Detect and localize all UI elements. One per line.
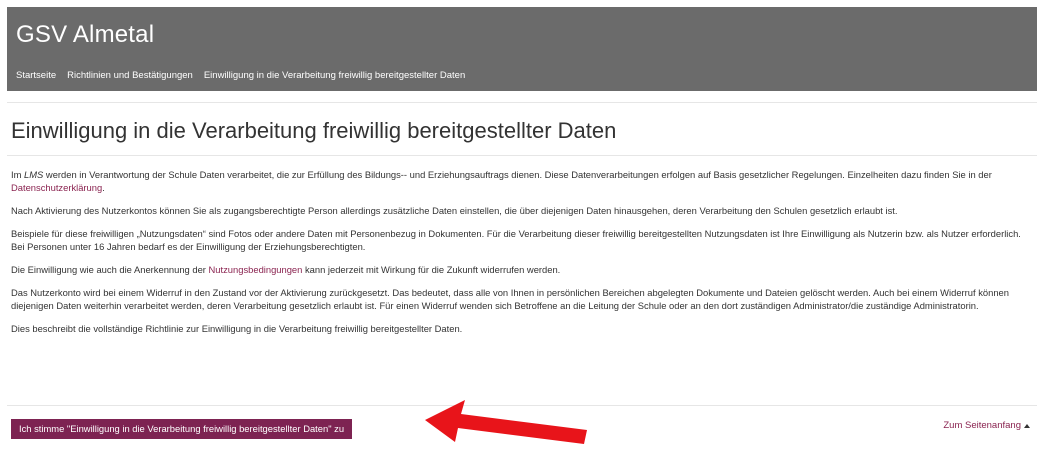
terms-of-use-link[interactable]: Nutzungsbedingungen (209, 264, 303, 275)
breadcrumb-item-policies[interactable]: Richtlinien und Bestätigungen (67, 70, 193, 81)
caret-up-icon (1024, 423, 1030, 428)
page-title: Einwilligung in die Verarbeitung freiwil… (11, 118, 617, 143)
paragraph: Nach Aktivierung des Nutzerkontos können… (11, 205, 898, 216)
back-to-top-label: Zum Seitenanfang (943, 420, 1021, 431)
divider (7, 102, 1037, 103)
paragraph: Die Einwilligung wie auch die Anerkennun… (11, 264, 561, 275)
divider (7, 155, 1037, 156)
breadcrumb-item-home[interactable]: Startseite (16, 70, 56, 81)
site-header: GSV Almetal Startseite Richtlinien und B… (7, 7, 1037, 91)
breadcrumb: Startseite Richtlinien und Bestätigungen… (16, 70, 465, 81)
policy-content: Im LMS werden in Verantwortung der Schul… (11, 168, 1025, 345)
site-title[interactable]: GSV Almetal (16, 21, 154, 49)
back-to-top-link[interactable]: Zum Seitenanfang (943, 420, 1030, 431)
paragraph: Beispiele für diese freiwilligen „Nutzun… (11, 228, 1021, 252)
paragraph: Das Nutzerkonto wird bei einem Widerruf … (11, 287, 1009, 311)
accept-policy-button[interactable]: Ich stimme "Einwilligung in die Verarbei… (11, 419, 353, 439)
breadcrumb-item-current[interactable]: Einwilligung in die Verarbeitung freiwil… (204, 70, 465, 81)
paragraph: Dies beschreibt die vollständige Richtli… (11, 323, 463, 334)
privacy-policy-link[interactable]: Datenschutzerklärung (11, 182, 102, 193)
red-arrow-annotation (425, 400, 587, 444)
paragraph: Im LMS werden in Verantwortung der Schul… (11, 169, 992, 193)
